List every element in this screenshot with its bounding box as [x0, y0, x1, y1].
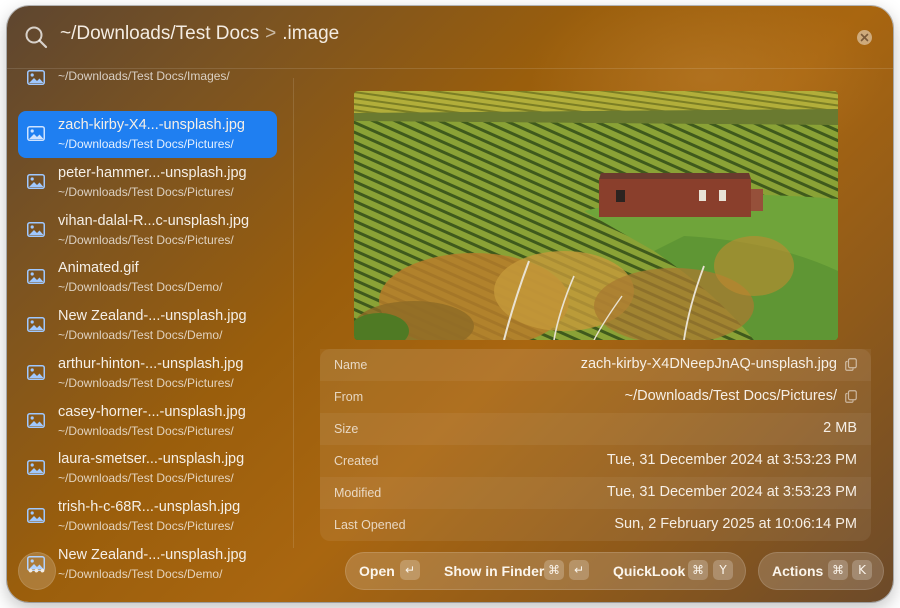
info-row-modified: Modified Tue, 31 December 2024 at 3:53:2… [320, 477, 871, 509]
result-item[interactable]: casey-horner-...-unsplash.jpg ~/Download… [18, 398, 277, 445]
image-file-icon [27, 413, 45, 428]
image-file-icon [27, 460, 45, 475]
result-title: peter-hammer...-unsplash.jpg [58, 165, 247, 181]
result-title: New Zealand-...-unsplash.jpg [58, 308, 247, 324]
result-path: ~/Downloads/Test Docs/Pictures/ [58, 471, 234, 485]
result-path: ~/Downloads/Test Docs/Demo/ [58, 567, 223, 581]
file-info-panel: Name zach-kirby-X4DNeepJnAQ-unsplash.jpg… [320, 349, 871, 541]
image-file-icon [27, 70, 45, 85]
ellipsis-icon: ••• [28, 562, 46, 578]
result-path: ~/Downloads/Test Docs/Demo/ [58, 328, 223, 342]
result-title: Animated.gif [58, 260, 139, 276]
result-item[interactable]: vihan-dalal-R...c-unsplash.jpg ~/Downloa… [18, 207, 277, 254]
result-title: arthur-hinton-...-unsplash.jpg [58, 356, 244, 372]
info-value: Tue, 31 December 2024 at 3:53:23 PM [606, 484, 857, 500]
image-preview [354, 91, 838, 340]
info-value: 2 MB [823, 420, 857, 436]
result-path: ~/Downloads/Test Docs/Demo/ [58, 280, 223, 294]
result-title: casey-horner-...-unsplash.jpg [58, 404, 246, 420]
show-in-finder-button[interactable]: Show in Finder [444, 563, 544, 579]
return-key-icon: ↵ [400, 560, 420, 580]
result-item[interactable]: New Zealand-...-unsplash.jpg ~/Downloads… [18, 302, 277, 349]
result-path: ~/Downloads/Test Docs/Pictures/ [58, 185, 234, 199]
image-file-icon [27, 508, 45, 523]
primary-actions-bar: Open ↵ Show in Finder ⌘ ↵ QuickLook ⌘ Y [345, 552, 746, 590]
image-file-icon [27, 365, 45, 380]
result-item[interactable]: ~/Downloads/Test Docs/Images/ [18, 69, 277, 102]
return-key-icon: ↵ [569, 560, 589, 580]
search-icon [25, 26, 48, 49]
result-path: ~/Downloads/Test Docs/Images/ [58, 69, 230, 83]
search-scope-separator: > [265, 23, 277, 44]
actions-button[interactable]: Actions ⌘ K [758, 552, 884, 590]
info-row-size: Size 2 MB [320, 413, 871, 445]
search-scope-path: ~/Downloads/Test Docs [60, 23, 260, 44]
result-item[interactable]: New Zealand-...-unsplash.jpg ~/Downloads… [18, 541, 277, 588]
command-key-icon: ⌘ [544, 560, 564, 580]
image-file-icon [27, 317, 45, 332]
result-title: New Zealand-...-unsplash.jpg [58, 547, 247, 563]
result-path: ~/Downloads/Test Docs/Pictures/ [58, 137, 234, 151]
image-file-icon [27, 222, 45, 237]
info-label: Modified [334, 486, 382, 500]
result-path: ~/Downloads/Test Docs/Pictures/ [58, 519, 234, 533]
info-value: Sun, 2 February 2025 at 10:06:14 PM [614, 516, 857, 532]
info-row-last-opened: Last Opened Sun, 2 February 2025 at 10:0… [320, 509, 871, 541]
key-y-icon: Y [713, 560, 733, 580]
copy-icon[interactable] [845, 358, 857, 371]
result-item[interactable]: trish-h-c-68R...-unsplash.jpg ~/Download… [18, 493, 277, 540]
image-file-icon [27, 174, 45, 189]
quicklook-button[interactable]: QuickLook [613, 563, 685, 579]
result-path: ~/Downloads/Test Docs/Pictures/ [58, 376, 234, 390]
info-label: Name [334, 358, 368, 372]
image-file-icon [27, 126, 45, 141]
clear-search-button[interactable] [857, 30, 872, 45]
info-label: From [334, 390, 364, 404]
command-key-icon: ⌘ [688, 560, 708, 580]
search-bar[interactable]: ~/Downloads/Test Docs > .image [7, 6, 893, 69]
close-circle-icon [860, 33, 869, 42]
result-item[interactable]: laura-smetser...-unsplash.jpg ~/Download… [18, 445, 277, 492]
search-input[interactable]: ~/Downloads/Test Docs > .image [60, 23, 339, 45]
command-key-icon: ⌘ [828, 560, 848, 580]
search-query-text: .image [282, 23, 340, 44]
info-row-name: Name zach-kirby-X4DNeepJnAQ-unsplash.jpg [320, 349, 871, 381]
results-list[interactable]: ~/Downloads/Test Docs/Images/ zach-kirby… [7, 69, 293, 602]
result-title: trish-h-c-68R...-unsplash.jpg [58, 499, 241, 515]
info-value: zach-kirby-X4DNeepJnAQ-unsplash.jpg [580, 356, 837, 372]
info-value: ~/Downloads/Test Docs/Pictures/ [624, 388, 837, 404]
result-path: ~/Downloads/Test Docs/Pictures/ [58, 424, 234, 438]
result-title: laura-smetser...-unsplash.jpg [58, 451, 245, 467]
info-label: Size [334, 422, 359, 436]
copy-icon[interactable] [845, 390, 857, 403]
result-item[interactable]: Animated.gif ~/Downloads/Test Docs/Demo/ [18, 254, 277, 301]
pane-divider [293, 78, 294, 548]
result-title: vihan-dalal-R...c-unsplash.jpg [58, 213, 250, 229]
info-value: Tue, 31 December 2024 at 3:53:23 PM [606, 452, 857, 468]
more-options-button[interactable]: ••• [18, 552, 56, 590]
result-item[interactable]: arthur-hinton-...-unsplash.jpg ~/Downloa… [18, 350, 277, 397]
result-item-selected[interactable]: zach-kirby-X4...-unsplash.jpg ~/Download… [18, 111, 277, 158]
result-title: zach-kirby-X4...-unsplash.jpg [58, 117, 245, 133]
actions-label: Actions [772, 563, 824, 579]
spotlight-window: ~/Downloads/Test Docs > .image ~/Downloads… [7, 6, 893, 602]
open-button[interactable]: Open [359, 563, 395, 579]
info-row-from: From ~/Downloads/Test Docs/Pictures/ [320, 381, 871, 413]
result-item[interactable]: peter-hammer...-unsplash.jpg ~/Downloads… [18, 159, 277, 206]
info-label: Last Opened [334, 518, 406, 532]
info-row-created: Created Tue, 31 December 2024 at 3:53:23… [320, 445, 871, 477]
info-label: Created [334, 454, 379, 468]
result-path: ~/Downloads/Test Docs/Pictures/ [58, 233, 234, 247]
image-file-icon [27, 269, 45, 284]
key-k-icon: K [852, 560, 872, 580]
